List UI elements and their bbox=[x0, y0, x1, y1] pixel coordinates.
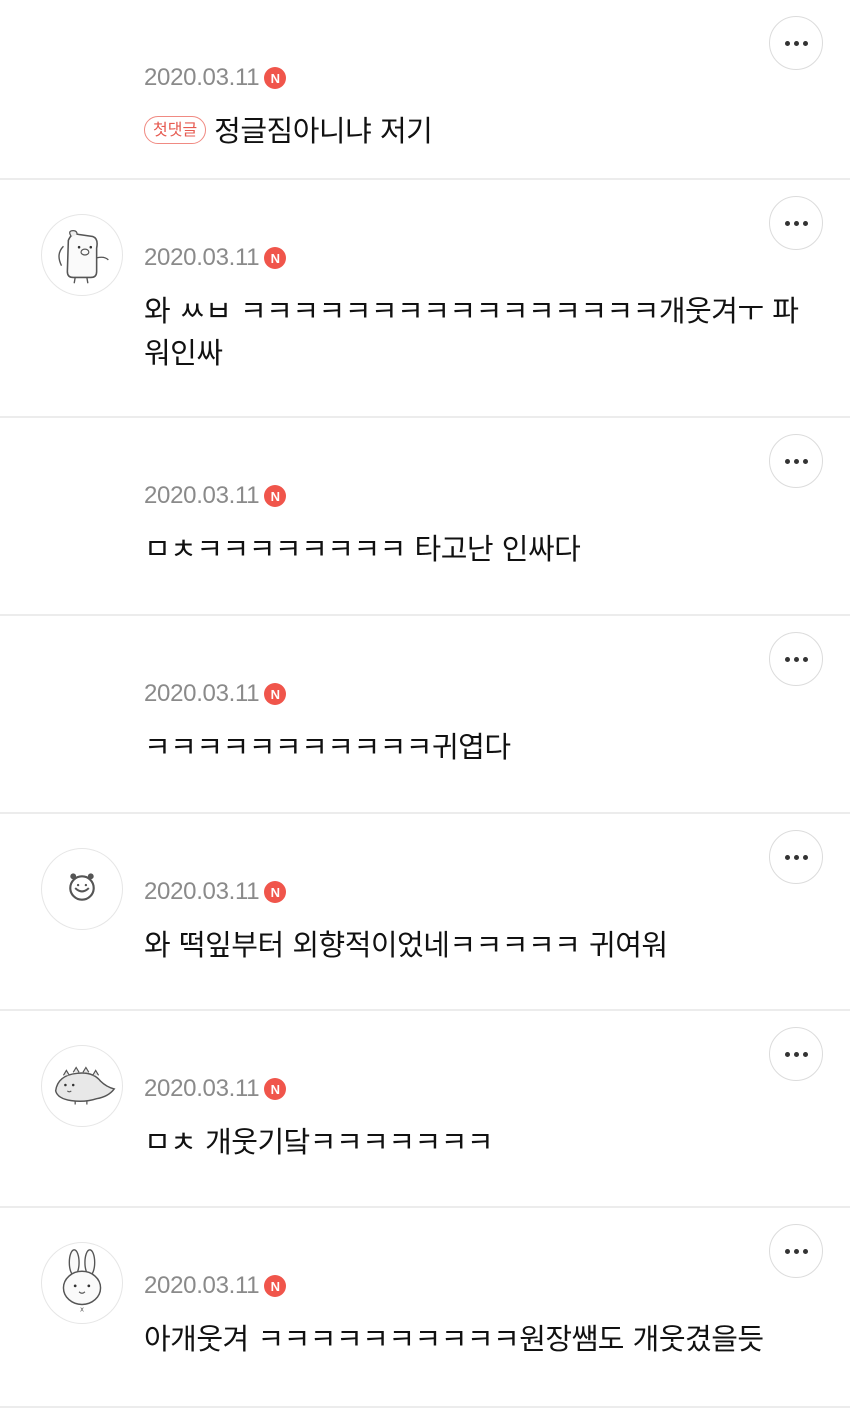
comment-meta: 2020.03.11 N bbox=[144, 244, 287, 272]
comment-date: 2020.03.11 bbox=[144, 64, 260, 91]
more-options-button[interactable] bbox=[769, 16, 823, 70]
avatar[interactable] bbox=[41, 1045, 123, 1127]
comment-item: 2020.03.11 N ㅋㅋㅋㅋㅋㅋㅋㅋㅋㅋㅋ귀엽다 bbox=[0, 616, 850, 814]
comment-item: 2020.03.11 N 와 ㅆㅂ ㅋㅋㅋㅋㅋㅋㅋㅋㅋㅋㅋㅋㅋㅋㅋㅋ개웃겨ㅜ 파… bbox=[0, 180, 850, 418]
comment-text: ㅋㅋㅋㅋㅋㅋㅋㅋㅋㅋㅋ귀엽다 bbox=[144, 730, 511, 764]
more-options-button[interactable] bbox=[769, 196, 823, 250]
avatar[interactable] bbox=[41, 848, 123, 930]
comment-text: 첫댓글 정글짐아니냐 저기 bbox=[144, 110, 810, 152]
comment-date: 2020.03.11 bbox=[144, 878, 260, 905]
pig-character-icon bbox=[58, 229, 109, 284]
more-options-button[interactable] bbox=[769, 830, 823, 884]
comment-date: 2020.03.11 bbox=[144, 244, 260, 271]
comment-date: 2020.03.11 bbox=[144, 482, 260, 509]
comment-text: 아개웃겨 ㅋㅋㅋㅋㅋㅋㅋㅋㅋㅋ원장쌤도 개웃겼을듯 bbox=[144, 1322, 764, 1356]
comment-body: 정글짐아니냐 저기 bbox=[214, 114, 433, 148]
comment-text: ㅁㅊ 개웃기닼ㅋㅋㅋㅋㅋㅋㅋ bbox=[144, 1125, 494, 1159]
new-badge-icon: N bbox=[264, 881, 287, 903]
comment-item: 2020.03.11 N ㅁㅊ 개웃기닼ㅋㅋㅋㅋㅋㅋㅋ bbox=[0, 1011, 850, 1208]
comment-meta: 2020.03.11 N bbox=[144, 64, 287, 92]
new-badge-icon: N bbox=[264, 683, 287, 705]
more-options-button[interactable] bbox=[769, 632, 823, 686]
bear-face-icon bbox=[69, 873, 95, 901]
comment-text: ㅁㅊㅋㅋㅋㅋㅋㅋㅋㅋ 타고난 인싸다 bbox=[144, 532, 581, 566]
new-badge-icon: N bbox=[264, 1275, 287, 1297]
comment-item: 2020.03.11 N 와 떡잎부터 외향적이었네ㅋㅋㅋㅋㅋ 귀여워 bbox=[0, 814, 850, 1011]
comment-item: 2020.03.11 N 첫댓글 정글짐아니냐 저기 bbox=[0, 0, 850, 180]
more-dots-icon bbox=[784, 458, 790, 464]
comment-date: 2020.03.11 bbox=[144, 1075, 260, 1102]
comment-date: 2020.03.11 bbox=[144, 680, 260, 707]
svg-text:x: x bbox=[80, 1305, 84, 1313]
more-options-button[interactable] bbox=[769, 1027, 823, 1081]
avatar[interactable]: x bbox=[41, 1242, 123, 1324]
comment-text: 와 ㅆㅂ ㅋㅋㅋㅋㅋㅋㅋㅋㅋㅋㅋㅋㅋㅋㅋㅋ개웃겨ㅜ 파워인싸 bbox=[144, 294, 799, 370]
more-options-button[interactable] bbox=[769, 1224, 823, 1278]
new-badge-icon: N bbox=[264, 485, 287, 507]
more-dots-icon bbox=[784, 1248, 790, 1254]
comment-meta: 2020.03.11 N bbox=[144, 482, 287, 510]
comment-meta: 2020.03.11 N bbox=[144, 878, 287, 906]
comment-text: 와 떡잎부터 외향적이었네ㅋㅋㅋㅋㅋ 귀여워 bbox=[144, 928, 668, 962]
more-dots-icon bbox=[784, 656, 790, 662]
more-dots-icon bbox=[784, 40, 790, 46]
first-comment-badge: 첫댓글 bbox=[144, 116, 207, 144]
dinosaur-character-icon bbox=[54, 1066, 116, 1105]
comment-meta: 2020.03.11 N bbox=[144, 1272, 287, 1300]
more-dots-icon bbox=[784, 1051, 790, 1057]
more-dots-icon bbox=[784, 854, 790, 860]
new-badge-icon: N bbox=[264, 67, 287, 89]
avatar[interactable] bbox=[41, 214, 123, 296]
more-options-button[interactable] bbox=[769, 434, 823, 488]
comment-meta: 2020.03.11 N bbox=[144, 680, 287, 708]
comment-item: x 2020.03.11 N 아개웃겨 ㅋㅋㅋㅋㅋㅋㅋㅋㅋㅋ원장쌤도 개웃겼을듯 bbox=[0, 1208, 850, 1408]
comment-date: 2020.03.11 bbox=[144, 1272, 260, 1299]
comment-item: 2020.03.11 N ㅁㅊㅋㅋㅋㅋㅋㅋㅋㅋ 타고난 인싸다 bbox=[0, 418, 850, 616]
rabbit-character-icon: x bbox=[62, 1249, 102, 1313]
comment-meta: 2020.03.11 N bbox=[144, 1075, 287, 1103]
new-badge-icon: N bbox=[264, 1078, 287, 1100]
more-dots-icon bbox=[784, 220, 790, 226]
new-badge-icon: N bbox=[264, 247, 287, 269]
